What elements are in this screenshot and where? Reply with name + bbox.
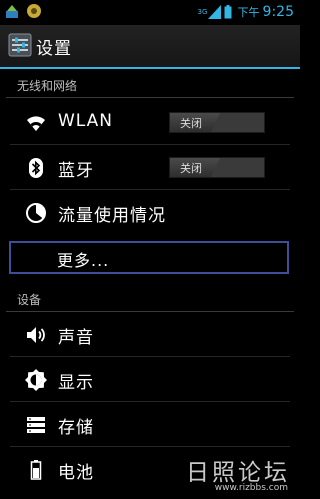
wlan-toggle[interactable]: 关闭	[169, 112, 265, 133]
brightness-icon	[25, 369, 47, 391]
bluetooth-toggle[interactable]: 关闭	[169, 157, 265, 178]
status-time: 9:25	[262, 4, 294, 20]
settings-item-label: 蓝牙	[58, 161, 94, 181]
action-bar: 设置	[0, 25, 300, 69]
signal-icon	[207, 5, 221, 19]
section-header-wireless: 无线和网络	[0, 70, 300, 98]
settings-app-icon[interactable]	[8, 33, 32, 57]
watermark-text: 日照论坛	[186, 460, 290, 486]
section-header-label: 无线和网络	[17, 79, 78, 93]
settings-item-storage[interactable]: 存储	[0, 402, 300, 447]
status-indicators: 3G 下午 9:25	[198, 3, 294, 21]
data-usage-icon	[26, 203, 46, 223]
storage-icon	[27, 417, 45, 433]
toggle-thumb: 关闭	[170, 113, 220, 132]
settings-item-bluetooth[interactable]: 蓝牙 关闭	[0, 145, 300, 190]
section-header-device: 设备	[0, 284, 300, 312]
toggle-thumb: 关闭	[170, 158, 220, 177]
settings-item-label: 存储	[58, 418, 94, 438]
settings-item-label: WLAN	[58, 111, 114, 131]
toggle-state-label: 关闭	[180, 117, 202, 130]
battery-status-icon	[224, 5, 232, 19]
settings-item-sound[interactable]: 声音	[0, 312, 300, 357]
network-type-label: 3G	[197, 7, 208, 16]
battery-icon	[30, 460, 42, 480]
settings-item-data-usage[interactable]: 流量使用情况	[0, 190, 300, 235]
settings-item-label: 流量使用情况	[58, 206, 166, 226]
bluetooth-icon	[29, 158, 43, 178]
settings-item-label: 声音	[58, 328, 94, 348]
status-bar: 3G 下午 9:25	[0, 0, 300, 25]
speaker-icon	[27, 327, 45, 343]
section-divider	[6, 97, 294, 98]
section-header-label: 设备	[17, 293, 42, 307]
settings-item-label: 电池	[58, 463, 94, 483]
more-item-focus[interactable]	[9, 241, 289, 274]
app-notification-icon	[27, 4, 41, 18]
watermark: 日照论坛 www.rizbbs.com	[170, 453, 290, 493]
settings-item-display[interactable]: 显示	[0, 357, 300, 402]
toggle-state-label: 关闭	[180, 162, 202, 175]
wifi-icon	[27, 116, 45, 131]
notification-area[interactable]	[4, 3, 42, 19]
watermark-url: www.rizbbs.com	[214, 483, 288, 493]
settings-item-label: 显示	[58, 373, 94, 393]
notification-icon	[6, 5, 18, 18]
status-ampm: 下午	[237, 6, 260, 19]
settings-item-more-label[interactable]: 更多...	[57, 247, 109, 271]
settings-item-wlan[interactable]: WLAN 关闭	[0, 100, 300, 145]
page-title: 设置	[36, 39, 72, 59]
